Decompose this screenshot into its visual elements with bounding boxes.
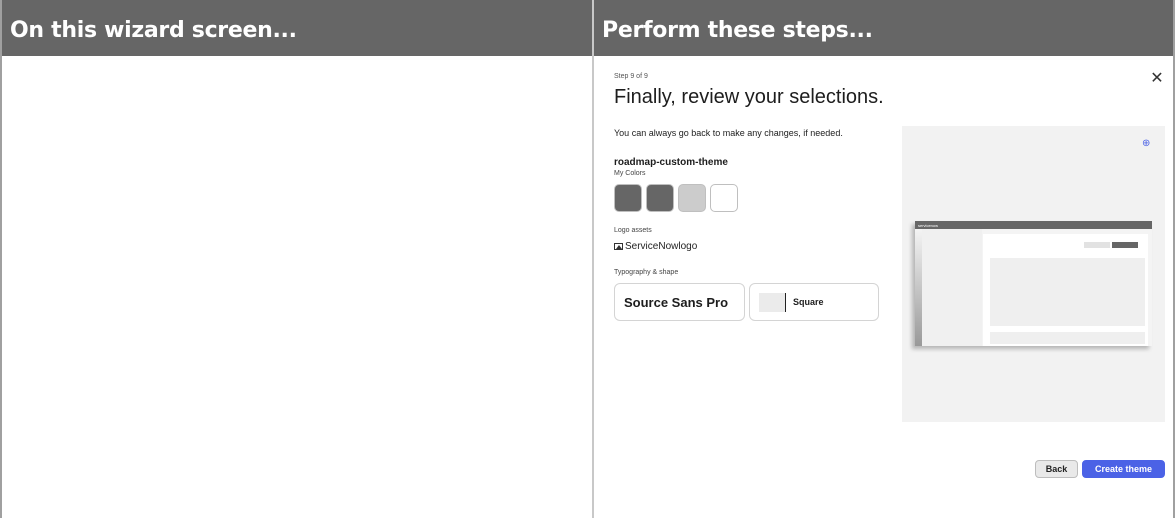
preview-edge: [915, 229, 922, 346]
square-shape-icon: [759, 292, 786, 312]
color-swatches: [614, 184, 738, 212]
preview-main: [983, 234, 1148, 346]
color-swatch: [646, 184, 674, 212]
back-button[interactable]: Back: [1035, 460, 1078, 478]
create-theme-button[interactable]: Create theme: [1082, 460, 1165, 478]
close-icon[interactable]: ✕: [1148, 70, 1166, 88]
logo-assets-label: Logo assets: [614, 227, 652, 234]
preview-panel-footer: [990, 332, 1145, 344]
theme-preview: ⊕ servicenow: [902, 126, 1165, 422]
theme-name: roadmap-custom-theme: [614, 157, 728, 168]
color-swatch: [678, 184, 706, 212]
zoom-in-icon[interactable]: ⊕: [1142, 138, 1154, 150]
preview-header-bar: servicenow: [915, 221, 1152, 229]
typography-label: Typography & shape: [614, 269, 679, 276]
image-icon: [614, 243, 623, 250]
preview-thumbnail: servicenow: [915, 221, 1152, 346]
right-column: Perform these steps... Step 9 of 9 ✕ Fin…: [593, 0, 1175, 518]
shape-name: Square: [793, 297, 824, 307]
preview-panel: [990, 258, 1145, 326]
step-indicator: Step 9 of 9: [614, 73, 648, 80]
right-column-header: Perform these steps...: [594, 0, 1173, 56]
preview-nav: [922, 229, 982, 346]
logo-asset-name: ServiceNowlogo: [625, 241, 698, 252]
font-card: Source Sans Pro: [614, 283, 745, 321]
preview-button-primary: [1112, 242, 1138, 248]
theme-wizard: Step 9 of 9 ✕ Finally, review your selec…: [594, 56, 1173, 518]
preview-button-secondary: [1084, 242, 1110, 248]
colors-label: My Colors: [614, 170, 646, 177]
page-title: Finally, review your selections.: [614, 86, 884, 108]
shape-card: Square: [749, 283, 879, 321]
tutorial-frame: On this wizard screen... Perform these s…: [0, 0, 1175, 518]
color-swatch: [710, 184, 738, 212]
left-column: On this wizard screen...: [0, 0, 593, 518]
intro-text: You can always go back to make any chang…: [614, 128, 843, 138]
color-swatch: [614, 184, 642, 212]
logo-asset: ServiceNowlogo: [614, 241, 697, 252]
left-column-header: On this wizard screen...: [2, 0, 592, 56]
